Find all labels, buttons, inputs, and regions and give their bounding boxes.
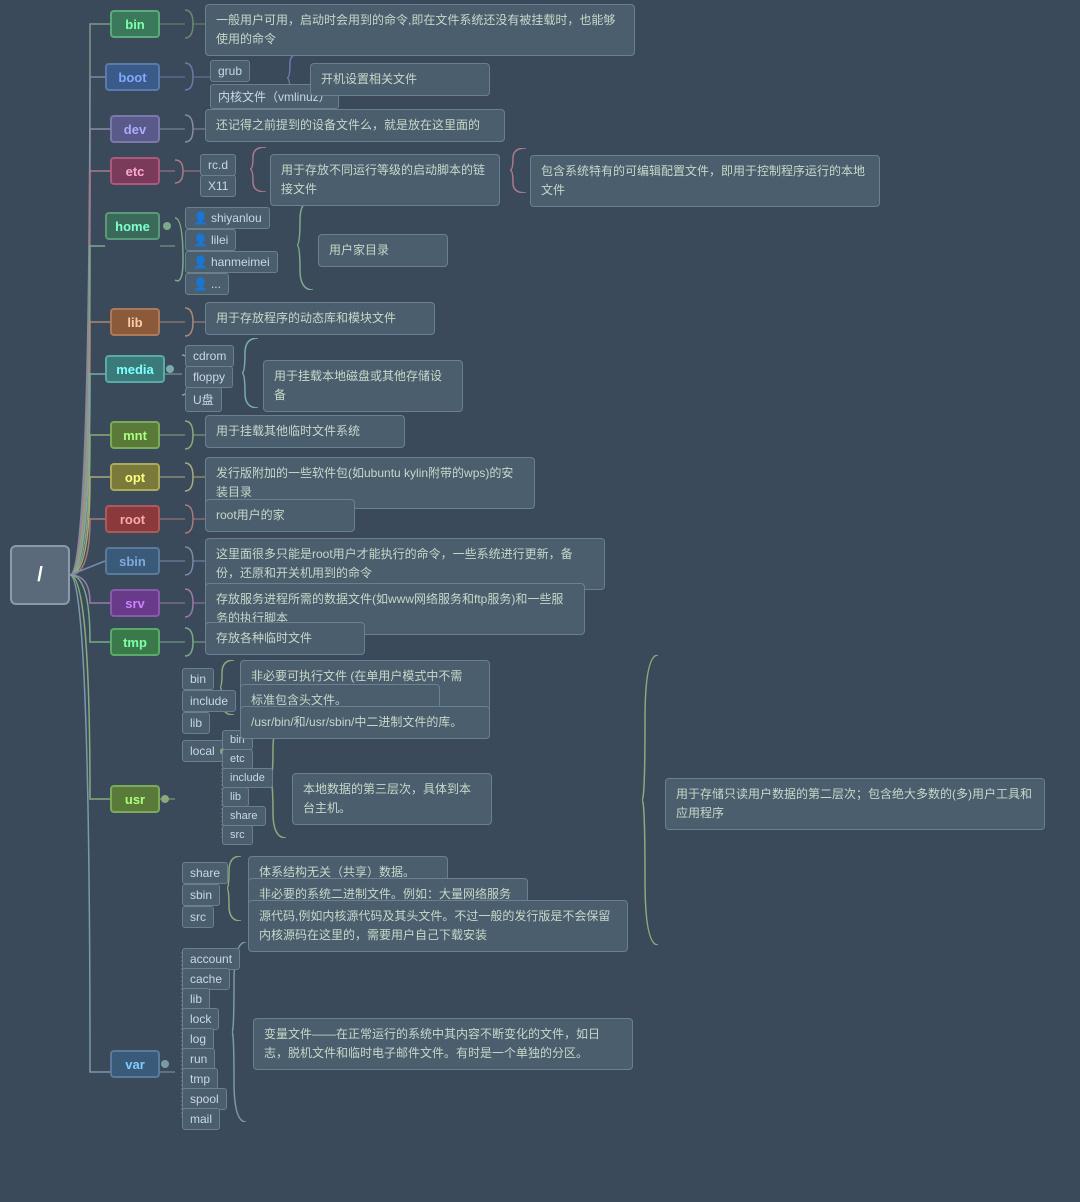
var-node: var bbox=[110, 1050, 160, 1078]
media-dot bbox=[166, 365, 174, 373]
var-desc: 变量文件——在正常运行的系统中其内容不断变化的文件，如日志，脱机文件和临时电子邮… bbox=[253, 1018, 633, 1070]
home-user4: 👤... bbox=[185, 273, 229, 295]
usr-include-label: include bbox=[182, 690, 236, 712]
local-share: share bbox=[222, 806, 266, 826]
lib-node: lib bbox=[110, 308, 160, 336]
boot-node: boot bbox=[105, 63, 160, 91]
mind-map: / bin 一般用户可用，启动时会用到的命令,即在文件系统还没有被挂载时，也能够… bbox=[0, 0, 1080, 1202]
var-lock: lock bbox=[182, 1008, 219, 1030]
local-desc: 本地数据的第三层次，具体到本台主机。 bbox=[292, 773, 492, 825]
var-dot bbox=[161, 1060, 169, 1068]
etc-desc-sub: 用于存放不同运行等级的启动脚本的链接文件 bbox=[270, 154, 500, 206]
root-label: / bbox=[37, 564, 43, 587]
media-desc: 用于挂载本地磁盘或其他存储设备 bbox=[263, 360, 463, 412]
local-include: include bbox=[222, 768, 273, 788]
var-mail: mail bbox=[182, 1108, 220, 1130]
user-icon-4: 👤 bbox=[193, 277, 208, 291]
var-tmp: tmp bbox=[182, 1068, 218, 1090]
etc-x11: X11 bbox=[200, 175, 236, 197]
dev-desc: 还记得之前提到的设备文件么，就是放在这里面的 bbox=[205, 109, 505, 142]
var-spool: spool bbox=[182, 1088, 227, 1110]
boot-grub: grub bbox=[210, 60, 250, 82]
root-desc: root用户的家 bbox=[205, 499, 355, 532]
home-user2: 👤lilei bbox=[185, 229, 236, 251]
lib-desc: 用于存放程序的动态库和模块文件 bbox=[205, 302, 435, 335]
mnt-node: mnt bbox=[110, 421, 160, 449]
usr-src-desc: 源代码,例如内核源代码及其头文件。不过一般的发行版是不会保留内核源码在这里的，需… bbox=[248, 900, 628, 952]
var-cache: cache bbox=[182, 968, 230, 990]
var-account: account bbox=[182, 948, 240, 970]
media-node: media bbox=[105, 355, 165, 383]
srv-node: srv bbox=[110, 589, 160, 617]
home-desc: 用户家目录 bbox=[318, 234, 448, 267]
usr-node: usr bbox=[110, 785, 160, 813]
usr-bin-label: bin bbox=[182, 668, 214, 690]
local-src: src bbox=[222, 825, 253, 845]
usr-src-label: src bbox=[182, 906, 214, 928]
media-floppy: floppy bbox=[185, 366, 233, 388]
var-log: log bbox=[182, 1028, 214, 1050]
usr-main-desc: 用于存储只读用户数据的第二层次；包含绝大多数的(多)用户工具和应用程序 bbox=[665, 778, 1045, 830]
local-lib: lib bbox=[222, 787, 249, 807]
opt-node: opt bbox=[110, 463, 160, 491]
home-node: home bbox=[105, 212, 160, 240]
usr-dot bbox=[161, 795, 169, 803]
root-node: / bbox=[10, 545, 70, 605]
media-usb: U盘 bbox=[185, 387, 222, 412]
home-user1: 👤shiyanlou bbox=[185, 207, 270, 229]
tmp-desc: 存放各种临时文件 bbox=[205, 622, 365, 655]
etc-node: etc bbox=[110, 157, 160, 185]
usr-lib-desc: /usr/bin/和/usr/sbin/中二进制文件的库。 bbox=[240, 706, 490, 739]
usr-sbin-label: sbin bbox=[182, 884, 220, 906]
usr-share-label: share bbox=[182, 862, 228, 884]
home-dot bbox=[163, 222, 171, 230]
dev-node: dev bbox=[110, 115, 160, 143]
bin-desc: 一般用户可用，启动时会用到的命令,即在文件系统还没有被挂载时，也能够使用的命令 bbox=[205, 4, 635, 56]
etc-main-desc: 包含系统特有的可编辑配置文件，即用于控制程序运行的本地文件 bbox=[530, 155, 880, 207]
tmp-node: tmp bbox=[110, 628, 160, 656]
var-run: run bbox=[182, 1048, 215, 1070]
user-icon-2: 👤 bbox=[193, 233, 208, 247]
var-lib: lib bbox=[182, 988, 210, 1010]
user-icon-1: 👤 bbox=[193, 211, 208, 225]
home-user3: 👤hanmeimei bbox=[185, 251, 278, 273]
user-icon-3: 👤 bbox=[193, 255, 208, 269]
boot-desc-grub: 开机设置相关文件 bbox=[310, 63, 490, 96]
etc-rcd: rc.d bbox=[200, 154, 236, 176]
local-etc: etc bbox=[222, 749, 253, 769]
mnt-desc: 用于挂载其他临时文件系统 bbox=[205, 415, 405, 448]
bin-node: bin bbox=[110, 10, 160, 38]
media-cdrom: cdrom bbox=[185, 345, 234, 367]
sbin-node: sbin bbox=[105, 547, 160, 575]
root-dir-node: root bbox=[105, 505, 160, 533]
usr-lib-label: lib bbox=[182, 712, 210, 734]
